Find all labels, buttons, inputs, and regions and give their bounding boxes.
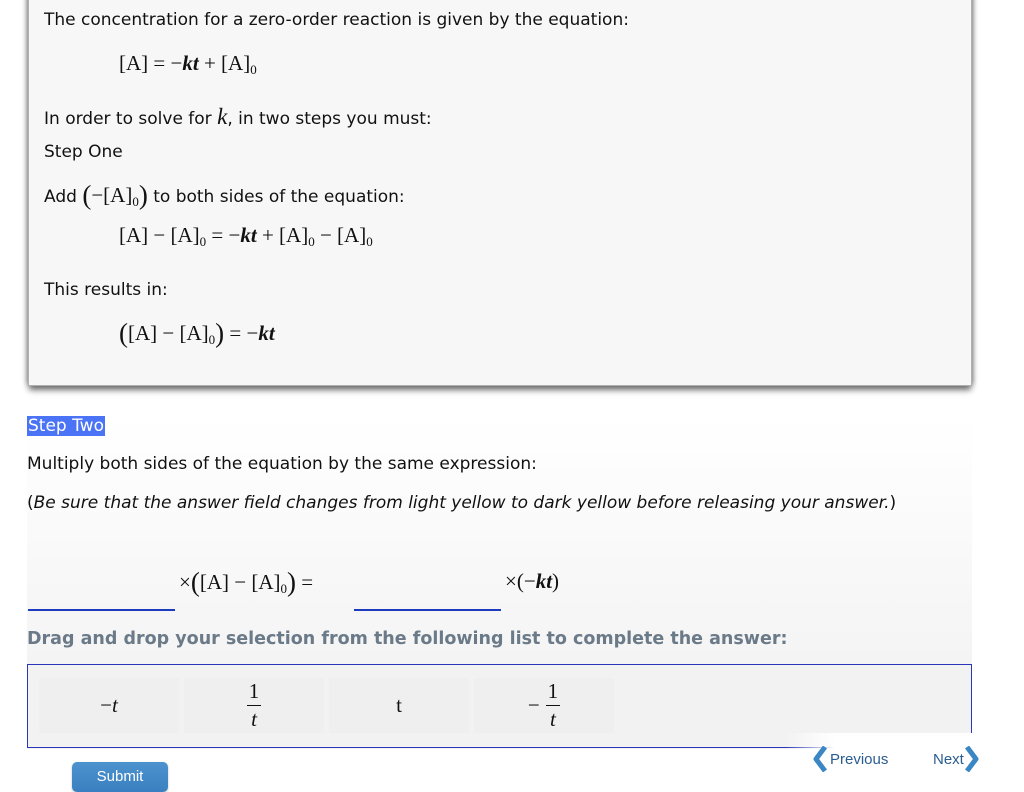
- equation-zero-order: [A] = −kt + [A]0: [119, 51, 257, 77]
- next-button[interactable]: Next: [933, 746, 979, 772]
- chevron-left-icon: [813, 746, 827, 772]
- add-term: (−[A]0): [82, 180, 148, 210]
- multiply-instruction: Multiply both sides of the equation by t…: [27, 454, 537, 474]
- submit-button[interactable]: Submit: [72, 762, 168, 792]
- variable-k: k: [217, 104, 228, 129]
- step-one-card: The concentration for a zero-order react…: [28, 0, 972, 386]
- equation-result: ([A] − [A]0) = −kt: [119, 318, 275, 348]
- drag-instruction: Drag and drop your selection from the fo…: [27, 629, 788, 649]
- solve-for-text: In order to solve for k, in two steps yo…: [44, 104, 432, 129]
- drop-blank-left[interactable]: [28, 609, 175, 611]
- step-two-section: Step Two Multiply both sides of the equa…: [27, 416, 972, 749]
- choice-tile-negative-t[interactable]: −t: [39, 678, 179, 733]
- choice-tile-one-over-t[interactable]: 1 t: [184, 678, 324, 733]
- equation-multiply-right: ×(−kt): [505, 569, 560, 593]
- equation-multiply-left: ×([A] − [A]0) =: [179, 567, 314, 597]
- equation-add-both-sides: [A] − [A]0 = −kt + [A]0 − [A]0: [119, 223, 373, 249]
- intro-text: The concentration for a zero-order react…: [44, 10, 629, 30]
- chevron-right-icon: [964, 746, 979, 772]
- drop-blank-right[interactable]: [354, 609, 501, 611]
- step-one-label: Step One: [44, 142, 123, 162]
- choice-tile-t[interactable]: t: [329, 678, 469, 733]
- choice-tile-negative-one-over-t[interactable]: − 1 t: [474, 678, 614, 733]
- results-label: This results in:: [44, 280, 168, 300]
- step-two-label: Step Two: [27, 416, 105, 436]
- previous-button[interactable]: Previous: [813, 746, 888, 772]
- answer-field-note: (Be sure that the answer field changes f…: [27, 493, 897, 513]
- add-instruction: Add (−[A]0) to both sides of the equatio…: [44, 180, 405, 210]
